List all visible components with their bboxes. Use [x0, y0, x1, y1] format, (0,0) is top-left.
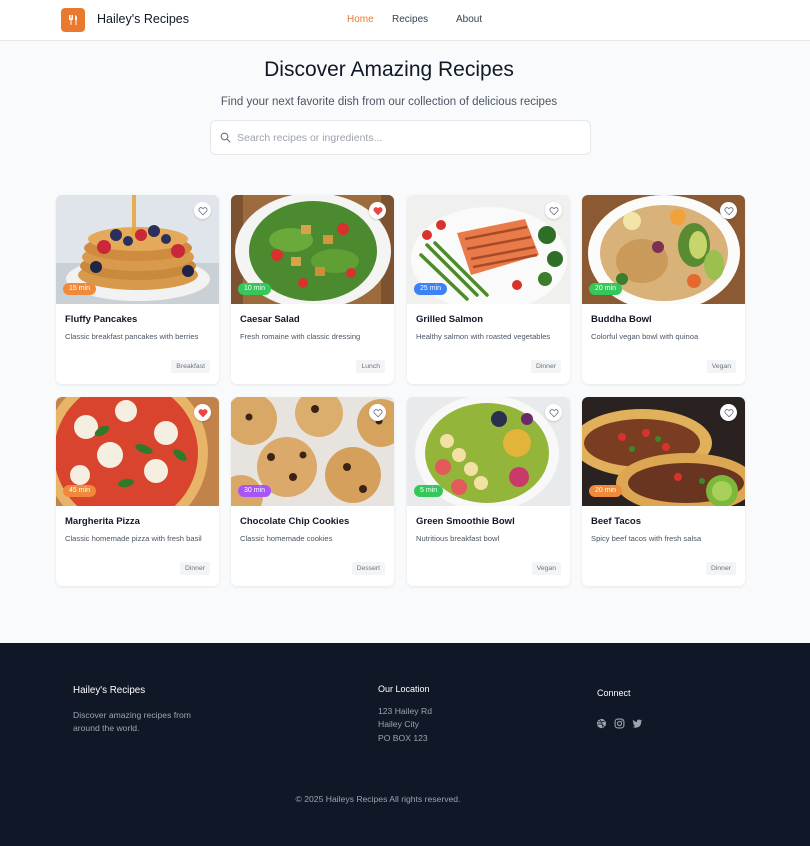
recipe-card[interactable]: 30 min Chocolate Chip Cookies Classic ho… [231, 397, 394, 586]
recipe-card[interactable]: 15 min Fluffy Pancakes Classic breakfast… [56, 195, 219, 384]
recipe-description: Colorful vegan bowl with quinoa [591, 332, 699, 341]
footer-address-line: Hailey City [378, 719, 420, 729]
heart-icon [372, 206, 383, 215]
cook-time-badge: 30 min [238, 485, 272, 497]
favorite-button[interactable] [369, 202, 386, 219]
category-tag: Lunch [356, 360, 385, 373]
category-tag: Dessert [351, 562, 385, 575]
cook-time-badge: 20 min [589, 283, 623, 295]
recipe-description: Spicy beef tacos with fresh salsa [591, 534, 702, 543]
recipe-card[interactable]: 20 min Beef Tacos Spicy beef tacos with … [582, 397, 745, 586]
dribbble-icon[interactable] [596, 718, 607, 729]
favorite-button[interactable] [720, 202, 737, 219]
category-tag: Dinner [179, 562, 210, 575]
search-box [210, 120, 591, 155]
heart-icon [723, 206, 734, 215]
recipe-description: Classic homemade pizza with fresh basil [65, 534, 202, 543]
category-tag: Vegan [706, 360, 736, 373]
recipe-description: Nutritious breakfast bowl [416, 534, 500, 543]
twitter-icon[interactable] [632, 718, 643, 729]
hero-subtitle: Find your next favorite dish from our co… [220, 96, 558, 108]
utensils-icon[interactable] [61, 8, 85, 32]
category-tag: Dinner [705, 562, 736, 575]
cook-time-badge: 15 min [63, 283, 97, 295]
category-tag: Dinner [530, 360, 561, 373]
recipe-card[interactable]: 20 min Buddha Bowl Colorful vegan bowl w… [582, 195, 745, 384]
recipe-title: Buddha Bowl [591, 314, 652, 325]
footer-address-line: 123 Hailey Rd [378, 706, 432, 716]
search-icon [220, 132, 231, 143]
site-footer: Hailey's Recipes Discover amazing recipe… [0, 643, 810, 846]
favorite-button[interactable] [194, 202, 211, 219]
cook-time-badge: 5 min [414, 485, 444, 497]
heart-icon [197, 206, 208, 215]
nav-recipes[interactable]: Recipes [392, 14, 428, 25]
recipe-title: Chocolate Chip Cookies [240, 516, 350, 527]
footer-tagline-line-2: around the world. [73, 723, 140, 733]
cook-time-badge: 10 min [238, 283, 272, 295]
recipe-card[interactable]: 45 min Margherita Pizza Classic homemade… [56, 397, 219, 586]
recipe-description: Fresh romaine with classic dressing [240, 332, 361, 341]
footer-address-line: PO BOX 123 [378, 733, 428, 743]
recipe-title: Green Smoothie Bowl [416, 516, 515, 527]
favorite-button[interactable] [369, 404, 386, 421]
favorite-button[interactable] [545, 202, 562, 219]
footer-tagline-line-1: Discover amazing recipes from [73, 710, 191, 720]
footer-brand: Hailey's Recipes [73, 685, 146, 696]
recipe-description: Healthy salmon with roasted vegetables [416, 332, 551, 341]
recipe-title: Grilled Salmon [416, 314, 484, 325]
recipe-description: Classic homemade cookies [240, 534, 333, 543]
heart-icon [548, 408, 559, 417]
recipe-card[interactable]: 25 min Grilled Salmon Healthy salmon wit… [407, 195, 570, 384]
instagram-icon[interactable] [614, 718, 625, 729]
cook-time-badge: 20 min [589, 485, 623, 497]
favorite-button[interactable] [720, 404, 737, 421]
recipe-card[interactable]: 10 min Caesar Salad Fresh romaine with c… [231, 195, 394, 384]
heart-icon [723, 408, 734, 417]
cook-time-badge: 25 min [414, 283, 448, 295]
nav-home[interactable]: Home [347, 14, 374, 25]
favorite-button[interactable] [545, 404, 562, 421]
category-tag: Breakfast [171, 360, 210, 373]
footer-connect-title: Connect [597, 688, 631, 698]
favorite-button[interactable] [194, 404, 211, 421]
cook-time-badge: 45 min [63, 485, 97, 497]
footer-location-title: Our Location [378, 684, 430, 694]
heart-icon [197, 408, 208, 417]
heart-icon [372, 408, 383, 417]
copyright: © 2025 Haileys Recipes All rights reserv… [295, 794, 461, 804]
search-input[interactable] [237, 121, 582, 154]
brand-name[interactable]: Hailey's Recipes [97, 12, 189, 26]
recipe-description: Classic breakfast pancakes with berries [65, 332, 199, 341]
nav-about[interactable]: About [456, 14, 482, 25]
recipe-title: Fluffy Pancakes [65, 314, 138, 325]
recipe-title: Margherita Pizza [65, 516, 140, 527]
recipe-title: Beef Tacos [591, 516, 641, 527]
site-header: Hailey's Recipes Home Recipes About [0, 0, 810, 41]
heart-icon [548, 206, 559, 215]
category-tag: Vegan [531, 562, 561, 575]
hero-title: Discover Amazing Recipes [264, 58, 514, 81]
recipe-title: Caesar Salad [240, 314, 300, 325]
recipe-card[interactable]: 5 min Green Smoothie Bowl Nutritious bre… [407, 397, 570, 586]
